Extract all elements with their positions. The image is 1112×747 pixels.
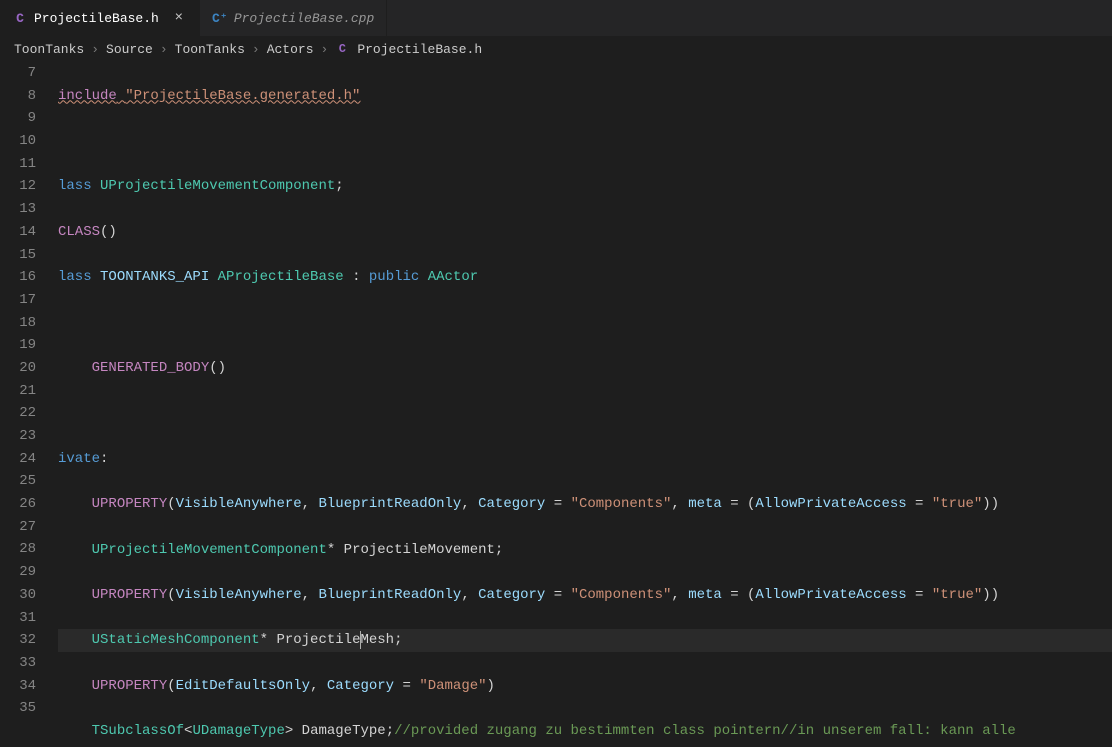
breadcrumb-item[interactable]: ToonTanks (14, 42, 84, 57)
line-number-gutter: 7891011121314151617181920212223242526272… (0, 62, 58, 747)
line-number: 31 (0, 607, 36, 630)
tab-projectilebase-h[interactable]: C ProjectileBase.h × (0, 0, 200, 36)
breadcrumb-item[interactable]: ToonTanks (175, 42, 245, 57)
line-number: 15 (0, 244, 36, 267)
line-number: 20 (0, 357, 36, 380)
line-number: 23 (0, 425, 36, 448)
line-number: 27 (0, 516, 36, 539)
c-header-icon: C (12, 10, 28, 26)
line-number: 24 (0, 448, 36, 471)
line-number: 22 (0, 402, 36, 425)
chevron-right-icon: › (321, 42, 329, 57)
close-icon[interactable]: × (171, 10, 187, 26)
line-number: 32 (0, 629, 36, 652)
line-number: 16 (0, 266, 36, 289)
line-number: 21 (0, 380, 36, 403)
line-number: 13 (0, 198, 36, 221)
line-number: 19 (0, 334, 36, 357)
breadcrumb-item[interactable]: Source (106, 42, 153, 57)
tab-projectilebase-cpp[interactable]: C⁺ ProjectileBase.cpp (200, 0, 387, 36)
line-number: 11 (0, 153, 36, 176)
line-number: 14 (0, 221, 36, 244)
line-number: 34 (0, 675, 36, 698)
line-number: 10 (0, 130, 36, 153)
chevron-right-icon: › (160, 42, 168, 57)
line-number: 25 (0, 470, 36, 493)
tab-label: ProjectileBase.h (34, 11, 159, 26)
breadcrumb: ToonTanks › Source › ToonTanks › Actors … (0, 36, 1112, 62)
breadcrumb-file[interactable]: ProjectileBase.h (357, 42, 482, 57)
line-number: 12 (0, 175, 36, 198)
line-number: 30 (0, 584, 36, 607)
breadcrumb-item[interactable]: Actors (267, 42, 314, 57)
code-content[interactable]: include "ProjectileBase.generated.h" las… (58, 62, 1112, 747)
line-number: 9 (0, 107, 36, 130)
line-number: 33 (0, 652, 36, 675)
code-editor[interactable]: 7891011121314151617181920212223242526272… (0, 62, 1112, 747)
line-number: 29 (0, 561, 36, 584)
line-number: 28 (0, 538, 36, 561)
line-number: 26 (0, 493, 36, 516)
cpp-icon: C⁺ (212, 10, 228, 26)
tab-label: ProjectileBase.cpp (234, 11, 374, 26)
line-number: 17 (0, 289, 36, 312)
line-number: 8 (0, 85, 36, 108)
tab-bar: C ProjectileBase.h × C⁺ ProjectileBase.c… (0, 0, 1112, 36)
line-number: 35 (0, 697, 36, 720)
chevron-right-icon: › (252, 42, 260, 57)
chevron-right-icon: › (91, 42, 99, 57)
line-number: 18 (0, 312, 36, 335)
c-header-icon: C (335, 42, 349, 56)
line-number: 7 (0, 62, 36, 85)
